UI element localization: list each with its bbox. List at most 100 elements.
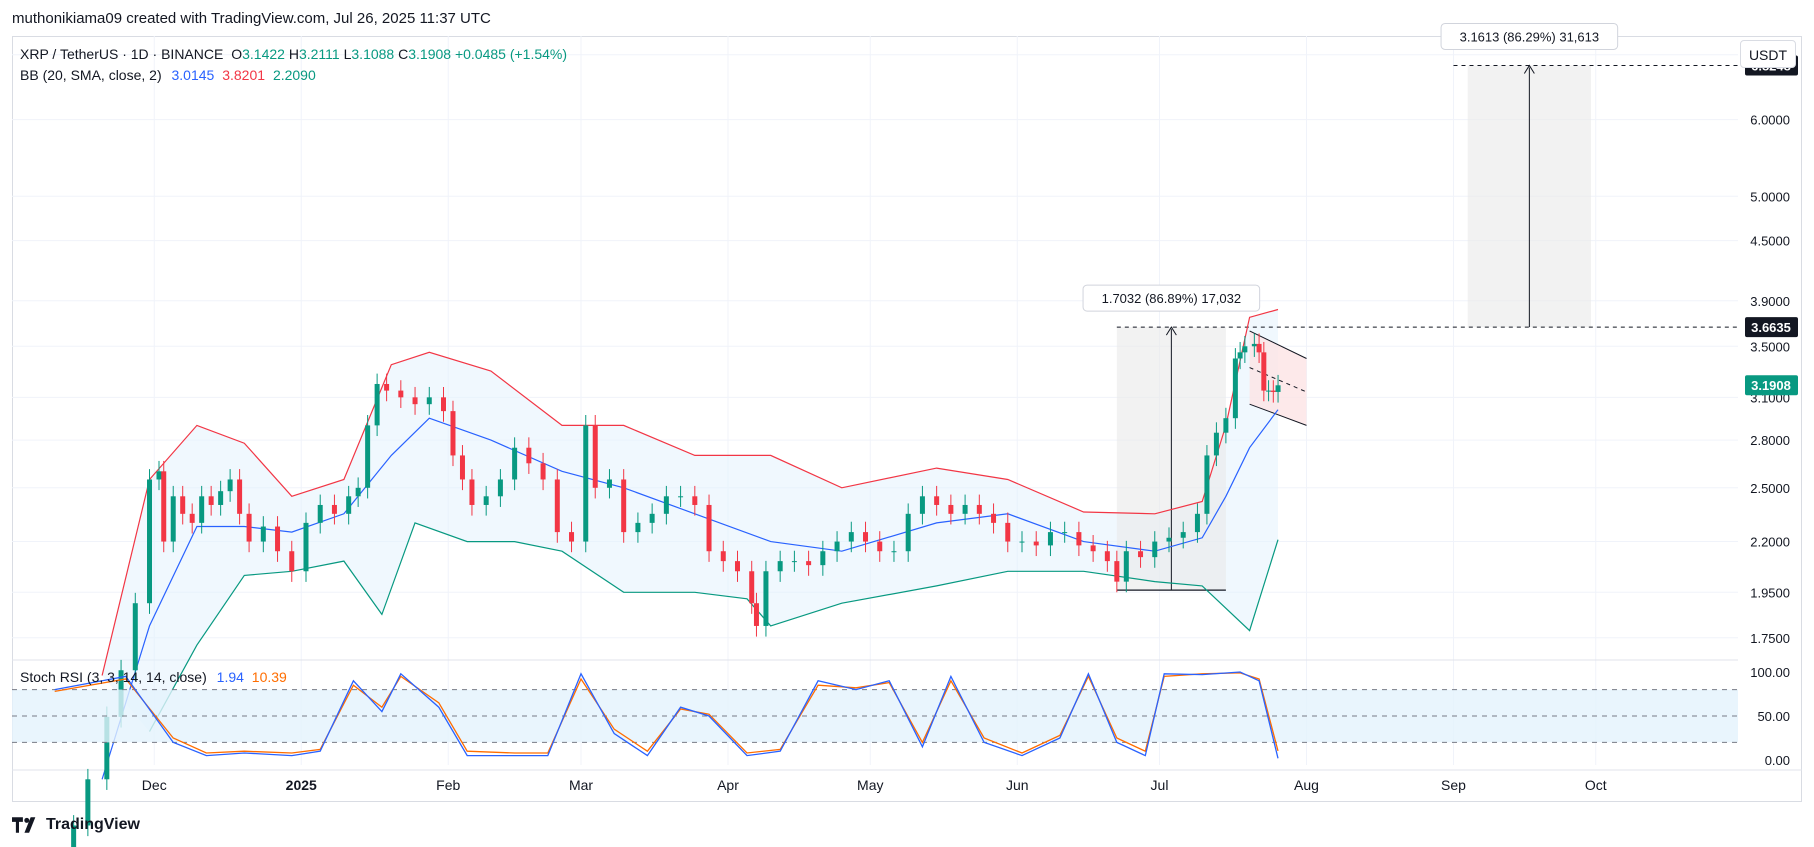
price-label-text: 3.1908: [1751, 378, 1791, 393]
candle-body: [412, 397, 418, 405]
candle-body: [1204, 455, 1210, 514]
stoch-tick-label: 50.00: [1757, 709, 1790, 724]
candle-body: [1152, 541, 1158, 558]
candle-body: [976, 504, 982, 514]
time-tick-label: Sep: [1441, 777, 1466, 793]
price-tick-label: 3.9000: [1750, 294, 1790, 309]
candle-body: [663, 496, 669, 514]
candle-body: [1223, 418, 1229, 433]
candle-body: [1237, 352, 1243, 359]
footer-brand: TradingView: [46, 816, 140, 833]
candle-body: [720, 551, 726, 562]
ohlc-high-label: H: [288, 46, 299, 62]
bb-indicator-label[interactable]: BB (20, SMA, close, 2): [20, 67, 162, 83]
price-tick-label: 2.8000: [1750, 433, 1790, 448]
candle-body: [1005, 522, 1011, 542]
candle-body: [592, 425, 598, 488]
bb-basis-value: 3.0145: [171, 67, 215, 83]
ohlc-open-value: 3.1422: [242, 46, 285, 62]
ohlc-close-label: C: [398, 46, 409, 62]
candle-body: [497, 479, 503, 497]
candle-body: [606, 479, 612, 488]
candle-body: [426, 397, 432, 405]
candle-body: [512, 447, 518, 480]
price-chart[interactable]: 1.7032 (86.89%) 17,032 3.1613 (86.29%) 31…: [0, 0, 1814, 847]
candle-body: [275, 526, 281, 552]
candle-body: [1213, 432, 1219, 456]
candle-body: [753, 603, 759, 626]
bb-upper-value: 3.8201: [222, 67, 266, 83]
stoch-k-value: 1.94: [216, 669, 244, 685]
price-tick-label: 1.9500: [1750, 585, 1790, 600]
time-tick-label: Oct: [1585, 777, 1607, 793]
currency-unit-button[interactable]: USDT: [1740, 40, 1796, 68]
candle-body: [806, 561, 812, 566]
time-tick-label: Feb: [436, 777, 460, 793]
stoch-tick-label: 100.00: [1750, 665, 1790, 680]
candle-body: [384, 383, 390, 391]
candle-body: [1242, 346, 1248, 353]
candle-body: [1104, 551, 1110, 562]
symbol-name[interactable]: XRP / TetherUS · 1D · BINANCE: [20, 46, 223, 62]
candle-body: [692, 496, 698, 505]
candle-body: [569, 532, 575, 542]
candle-body: [1251, 343, 1257, 347]
candle-body: [621, 479, 627, 533]
candle-body: [398, 390, 404, 398]
price-range-label-text: 3.1613 (86.29%) 31,613: [1460, 29, 1600, 44]
price-tick-label: 6.0000: [1750, 113, 1790, 128]
candle-body: [1270, 390, 1276, 392]
candle-body: [1033, 541, 1039, 546]
candle-body: [734, 561, 740, 572]
candle-body: [303, 522, 309, 572]
candle-body: [1256, 343, 1262, 353]
candle-body: [540, 463, 546, 480]
candle-body: [218, 491, 224, 505]
price-tick-label: 5.0000: [1750, 189, 1790, 204]
ohlc-open-label: O: [231, 46, 243, 62]
candle-body: [1019, 541, 1025, 543]
candle-body: [459, 455, 465, 480]
candle-body: [1275, 385, 1281, 392]
candle-body: [777, 561, 783, 572]
ohlc-low-value: 3.1088: [351, 46, 395, 62]
candle-body: [161, 471, 167, 542]
candle-body: [948, 504, 954, 514]
candle-body: [706, 504, 712, 552]
candle-body: [180, 496, 186, 514]
candle-body: [260, 526, 266, 542]
bb-legend: BB (20, SMA, close, 2) 3.0145 3.8201 2.2…: [20, 67, 316, 83]
candle-body: [962, 504, 968, 514]
candle-body: [365, 425, 371, 488]
candle-body: [246, 513, 252, 542]
stoch-legend: Stoch RSI (3, 3, 14, 14, close) 1.94 10.…: [20, 669, 287, 685]
candle-body: [355, 487, 361, 497]
stoch-indicator-label[interactable]: Stoch RSI (3, 3, 14, 14, close): [20, 669, 207, 685]
time-tick-label: May: [857, 777, 883, 793]
bb-lower-value: 2.2090: [272, 67, 316, 83]
price-tick-label: 2.5000: [1750, 481, 1790, 496]
time-tick-label: Dec: [142, 777, 167, 793]
candle-body: [1076, 532, 1082, 546]
candle-body: [289, 551, 295, 572]
candle-body: [649, 513, 655, 523]
ohlc-close-value: 3.1908: [408, 46, 452, 62]
time-tick-label: 2025: [286, 777, 317, 793]
stoch-tick-label: 0.00: [1765, 753, 1790, 768]
ohlc-change: +0.0485 (+1.54%): [454, 46, 568, 62]
candle-body: [1047, 532, 1053, 546]
time-tick-label: Aug: [1294, 777, 1319, 793]
stoch-d-value: 10.39: [251, 669, 287, 685]
price-tick-label: 4.5000: [1750, 234, 1790, 249]
time-tick-label: Jul: [1151, 777, 1169, 793]
candle-body: [848, 532, 854, 542]
price-range-label: 3.1613 (86.29%) 31,613: [1440, 22, 1619, 50]
candle-body: [1180, 532, 1186, 538]
candle-body: [1090, 545, 1096, 552]
price-tick-label: 2.2000: [1750, 535, 1790, 550]
candle-body: [863, 532, 869, 542]
price-range-label: 1.7032 (86.89%) 17,032: [1082, 284, 1261, 312]
candle-body: [1194, 513, 1200, 533]
candle-body: [374, 383, 380, 426]
candle-body: [1138, 551, 1144, 558]
